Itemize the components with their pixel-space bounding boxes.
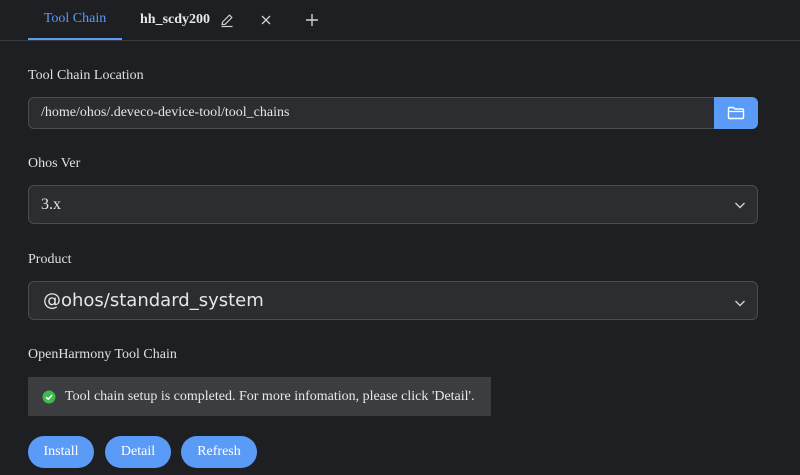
- plus-icon[interactable]: [304, 12, 320, 28]
- check-circle-icon: [42, 390, 56, 404]
- tab-tool-chain[interactable]: Tool Chain: [28, 0, 122, 40]
- openharmony-tool-chain-label: OpenHarmony Tool Chain: [28, 347, 177, 362]
- pencil-icon[interactable]: [219, 12, 235, 28]
- status-message: Tool chain setup is completed. For more …: [65, 388, 475, 404]
- tool-chain-location-input[interactable]: /home/ohos/.deveco-device-tool/tool_chai…: [28, 97, 715, 129]
- ohos-ver-select[interactable]: 3.x: [28, 185, 758, 224]
- close-icon[interactable]: [258, 12, 274, 28]
- chevron-down-icon: [733, 294, 747, 308]
- browse-folder-button[interactable]: [714, 97, 758, 129]
- tab-hh-scdy200[interactable]: hh_scdy200: [140, 0, 210, 40]
- chevron-down-icon: [733, 198, 747, 212]
- product-value: @ohos/standard_system: [43, 290, 264, 311]
- ohos-ver-value: 3.x: [41, 195, 61, 213]
- tab-tool-chain-label: Tool Chain: [43, 11, 107, 26]
- ohos-ver-label: Ohos Ver: [28, 156, 81, 171]
- product-label: Product: [28, 252, 72, 267]
- tool-chain-location-value: /home/ohos/.deveco-device-tool/tool_chai…: [41, 105, 290, 120]
- install-button[interactable]: Install: [28, 436, 94, 468]
- install-button-label: Install: [43, 444, 79, 459]
- tab-bar: Tool Chain hh_scdy200: [0, 0, 800, 41]
- folder-icon: [727, 105, 745, 121]
- tool-chain-location-label: Tool Chain Location: [28, 68, 144, 83]
- product-select[interactable]: @ohos/standard_system: [28, 281, 758, 320]
- refresh-button-label: Refresh: [197, 444, 241, 459]
- tab-hh-scdy200-label: hh_scdy200: [140, 12, 211, 27]
- detail-button[interactable]: Detail: [105, 436, 171, 468]
- detail-button-label: Detail: [120, 444, 156, 459]
- status-notice: Tool chain setup is completed. For more …: [28, 377, 491, 416]
- refresh-button[interactable]: Refresh: [181, 436, 257, 468]
